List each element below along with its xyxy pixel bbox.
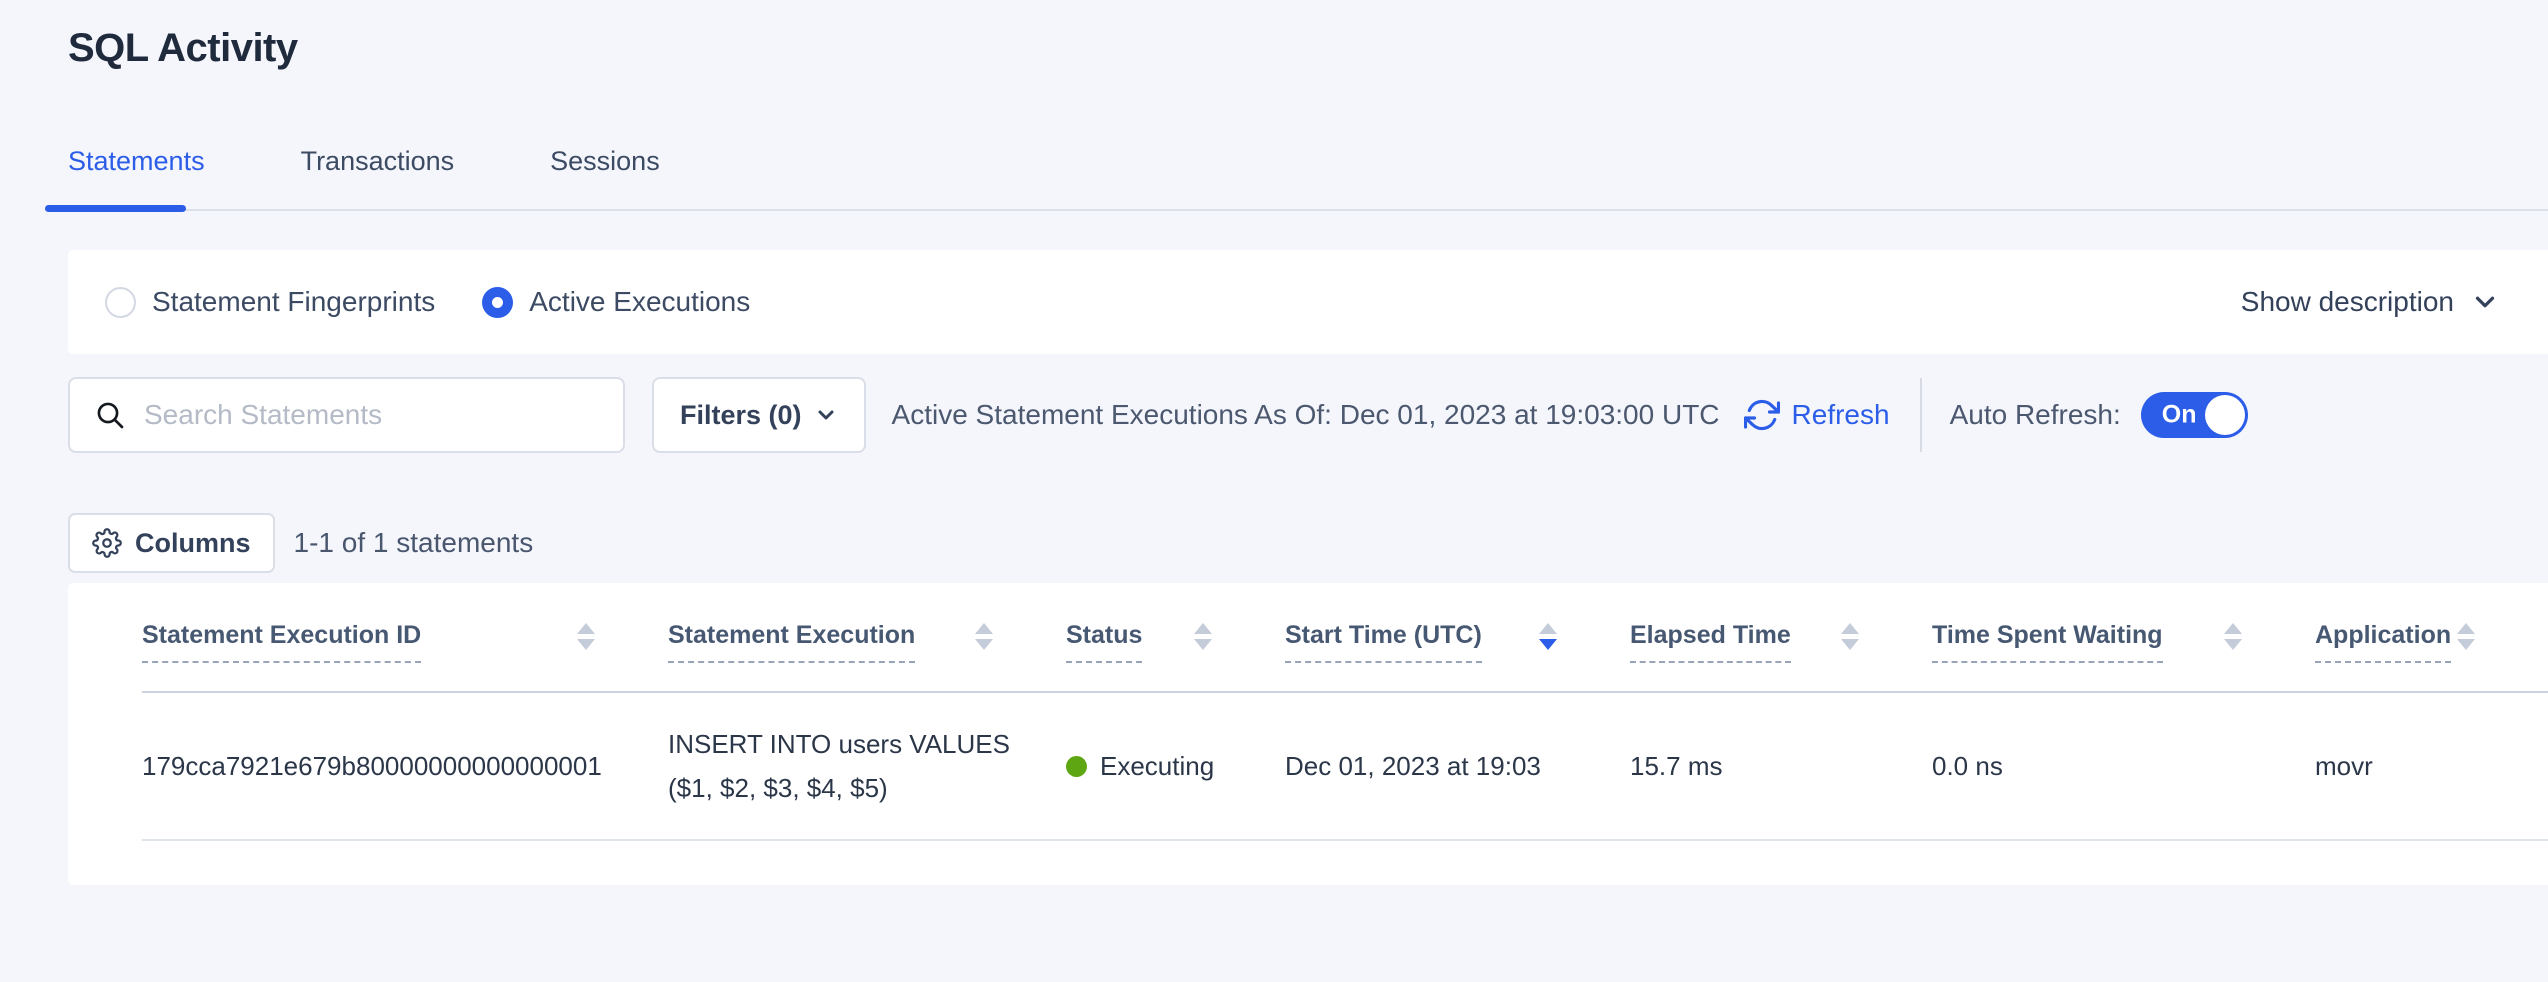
refresh-icon (1744, 397, 1780, 433)
cell-statement-execution[interactable]: INSERT INTO users VALUES ($1, $2, $3, $4… (668, 693, 1066, 839)
sort-icon[interactable] (2457, 623, 2475, 650)
tab-sessions[interactable]: Sessions (550, 146, 660, 177)
filters-button[interactable]: Filters (0) (652, 377, 866, 453)
show-description-button[interactable]: Show description (2241, 250, 2500, 354)
sql-activity-page: SQL Activity Statements Transactions Ses… (0, 0, 2548, 982)
auto-refresh-toggle[interactable]: On (2141, 392, 2248, 438)
radio-selected-icon[interactable] (482, 287, 513, 318)
cell-time-spent-waiting: 0.0 ns (1932, 693, 2315, 839)
table-row[interactable]: 179cca7921e679b80000000000000001 INSERT … (142, 693, 2548, 841)
sort-icon-desc-active[interactable] (1539, 623, 1557, 650)
column-header-elapsed-time[interactable]: Elapsed Time (1630, 583, 1932, 691)
columns-button[interactable]: Columns (68, 513, 275, 573)
radio-statement-fingerprints[interactable]: Statement Fingerprints (105, 286, 435, 318)
search-icon (94, 399, 126, 431)
toggle-knob[interactable] (2205, 395, 2245, 435)
statements-table-card: Statement Execution ID Statement Executi… (68, 583, 2548, 885)
sort-icon[interactable] (975, 623, 993, 650)
cell-status: Executing (1066, 693, 1285, 839)
column-header-application[interactable]: Application (2315, 583, 2548, 691)
column-header-time-spent-waiting[interactable]: Time Spent Waiting (1932, 583, 2315, 691)
show-description-label: Show description (2241, 286, 2454, 318)
vertical-divider (1920, 378, 1922, 452)
cell-application: movr (2315, 693, 2548, 839)
search-input[interactable] (144, 399, 603, 431)
radio-label: Statement Fingerprints (152, 286, 435, 318)
status-executing-icon (1066, 756, 1087, 777)
gear-icon (92, 528, 122, 558)
table-header-row: Statement Execution ID Statement Executi… (142, 583, 2548, 693)
filters-label: Filters (0) (680, 400, 802, 431)
table-controls-row: Columns 1-1 of 1 statements (68, 513, 533, 573)
active-tab-indicator (45, 205, 186, 212)
results-count: 1-1 of 1 statements (294, 527, 534, 559)
columns-button-label: Columns (135, 528, 251, 559)
chevron-down-icon (814, 403, 838, 427)
sort-icon[interactable] (2224, 623, 2242, 650)
chevron-down-icon (2470, 287, 2500, 317)
status-label: Executing (1100, 751, 1214, 782)
sort-icon[interactable] (1841, 623, 1859, 650)
column-header-statement-execution[interactable]: Statement Execution (668, 583, 1066, 691)
tab-transactions[interactable]: Transactions (301, 146, 455, 177)
toggle-state-label: On (2162, 401, 2197, 430)
sort-icon[interactable] (1194, 623, 1212, 650)
controls-row: Filters (0) Active Statement Executions … (68, 377, 2548, 453)
auto-refresh-label: Auto Refresh: (1950, 399, 2121, 431)
search-box[interactable] (68, 377, 625, 453)
refresh-label: Refresh (1792, 399, 1890, 431)
column-header-start-time[interactable]: Start Time (UTC) (1285, 583, 1630, 691)
cell-execution-id: 179cca7921e679b80000000000000001 (142, 693, 668, 839)
column-header-status[interactable]: Status (1066, 583, 1285, 691)
column-header-statement-execution-id[interactable]: Statement Execution ID (142, 583, 668, 691)
as-of-timestamp: Active Statement Executions As Of: Dec 0… (892, 399, 1720, 431)
cell-start-time: Dec 01, 2023 at 19:03 (1285, 693, 1630, 839)
tab-statements[interactable]: Statements (68, 146, 205, 177)
refresh-button[interactable]: Refresh (1744, 397, 1890, 433)
radio-unselected-icon[interactable] (105, 287, 136, 318)
tab-bar: Statements Transactions Sessions (68, 146, 660, 177)
radio-active-executions[interactable]: Active Executions (482, 286, 750, 318)
sort-icon[interactable] (577, 623, 595, 650)
cell-elapsed-time: 15.7 ms (1630, 693, 1932, 839)
tab-track-line (45, 209, 2548, 211)
view-mode-card: Statement Fingerprints Active Executions… (68, 250, 2548, 354)
radio-label: Active Executions (529, 286, 750, 318)
page-title: SQL Activity (68, 26, 298, 71)
